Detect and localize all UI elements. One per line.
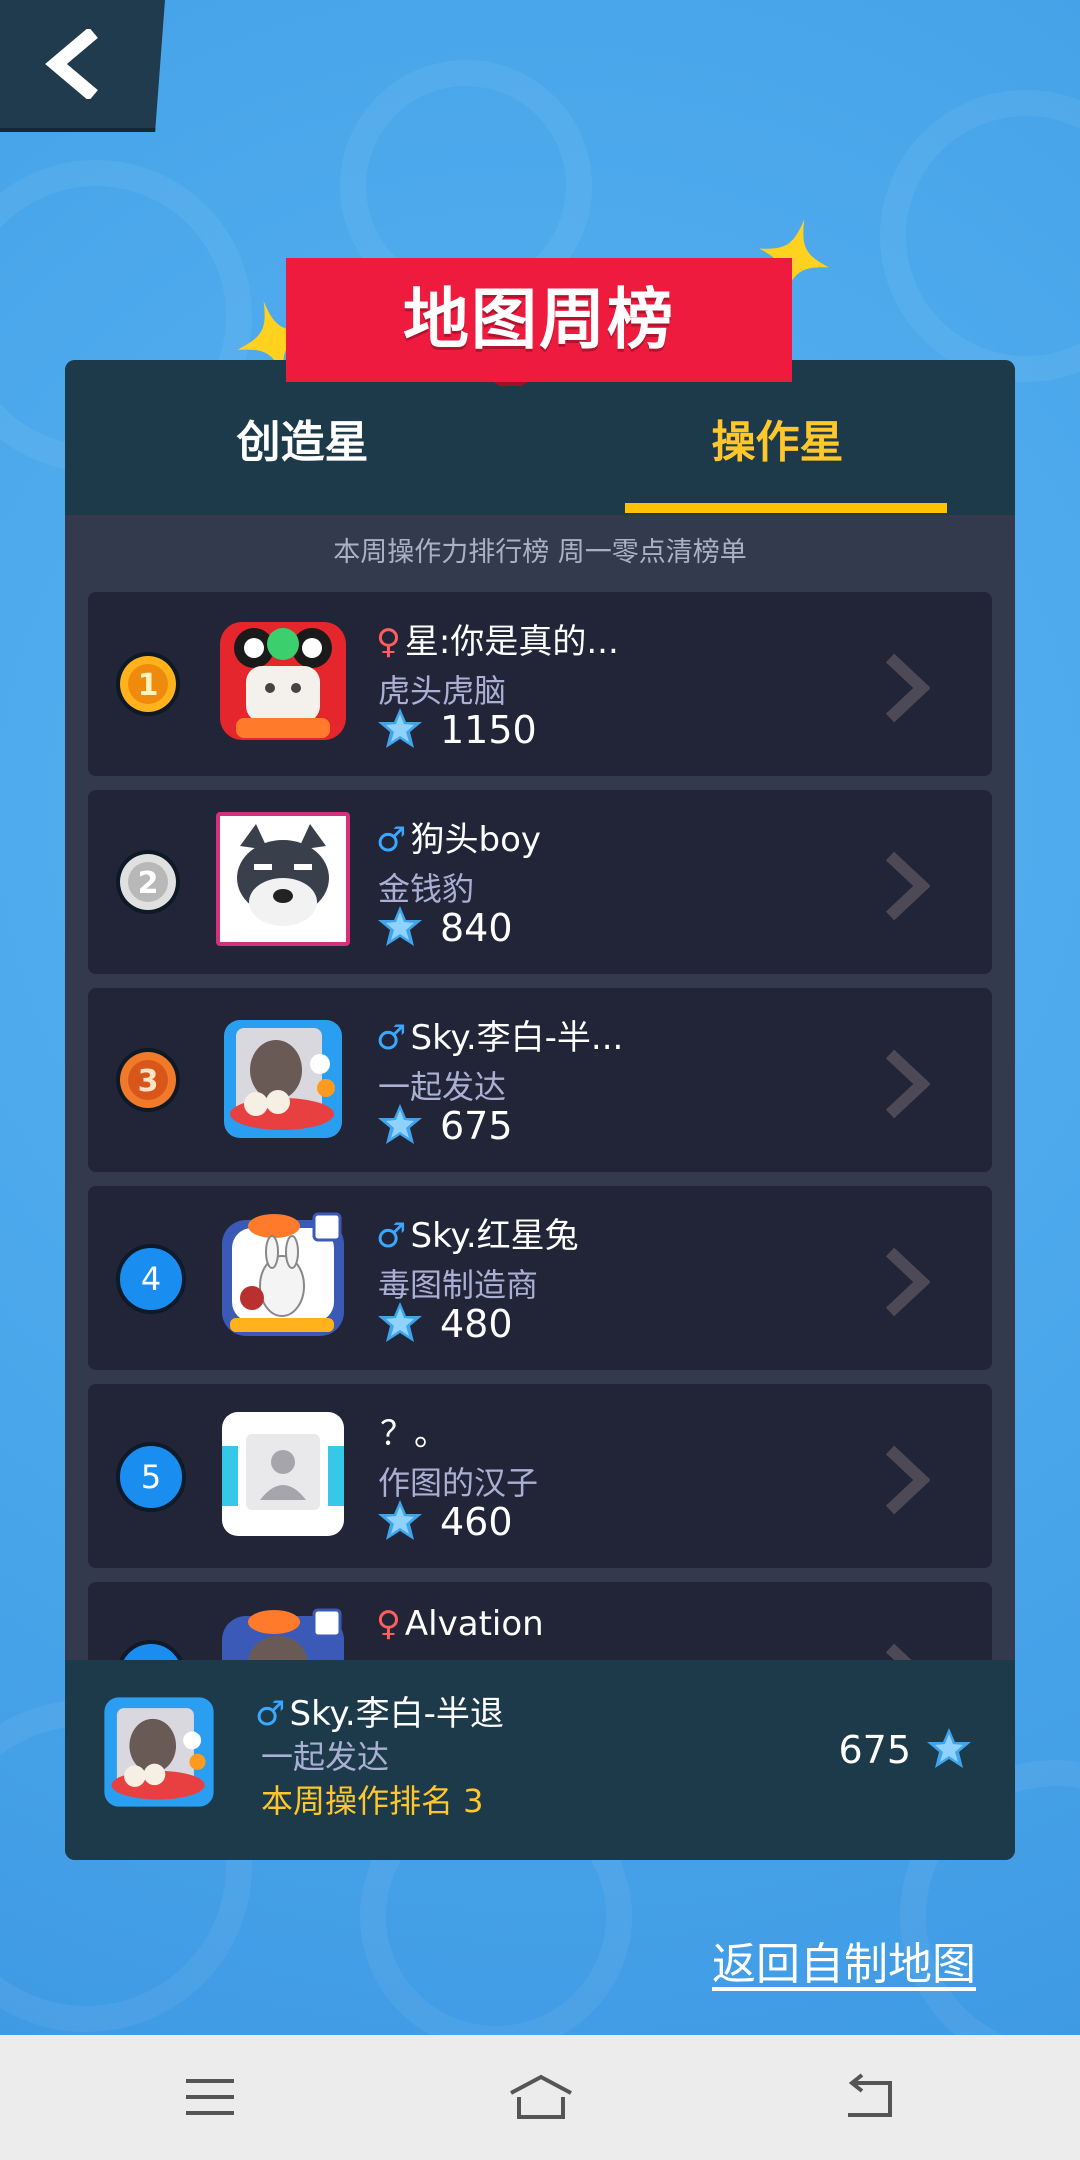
- blue-star-gem-icon: [378, 708, 422, 748]
- male-icon: ♂: [376, 1216, 407, 1256]
- leaderboard-panel: 创造星 操作星 本周操作力排行榜 周一零点清榜单 1 ♀ 星:你是真的... 虎…: [65, 360, 1015, 1860]
- ranking-row-1[interactable]: 1 ♀ 星:你是真的... 虎头虎脑 1150: [88, 592, 992, 776]
- blue-star-gem-icon: [378, 906, 422, 946]
- player-name: ♂ 狗头boy: [376, 820, 541, 860]
- leaderboard-subtitle: 本周操作力排行榜 周一零点清榜单: [333, 537, 747, 568]
- player-name: ♀ Alvation: [376, 1604, 544, 1644]
- avatar[interactable]: [216, 1208, 350, 1342]
- chevron-right-icon[interactable]: [882, 1048, 930, 1120]
- svg-text:2: 2: [138, 866, 159, 901]
- rank-number-badge: 4: [116, 1244, 186, 1314]
- my-score: 675: [838, 1728, 971, 1772]
- chevron-right-icon[interactable]: [882, 1444, 930, 1516]
- back-icon[interactable]: [840, 2071, 900, 2123]
- silver-medal-icon: 2: [116, 850, 180, 914]
- bronze-medal-icon: 3: [116, 1048, 180, 1112]
- avatar[interactable]: [216, 1010, 350, 1144]
- active-tab-indicator: [625, 503, 947, 513]
- my-title: 一起发达: [261, 1738, 390, 1776]
- blue-star-gem-icon: [378, 1104, 422, 1144]
- avatar[interactable]: [216, 614, 350, 748]
- my-name: ♂ Sky.李白-半退: [255, 1694, 504, 1734]
- female-icon: ♀: [376, 622, 401, 662]
- player-score: 675: [378, 1102, 513, 1150]
- male-icon: ♂: [376, 1018, 407, 1058]
- chevron-right-icon[interactable]: [882, 1246, 930, 1318]
- return-to-custom-maps-link[interactable]: 返回自制地图: [712, 1928, 976, 1992]
- svg-text:1: 1: [138, 668, 159, 703]
- avatar[interactable]: [216, 1604, 350, 1660]
- male-icon: ♂: [255, 1694, 286, 1734]
- player-score: 1150: [378, 706, 537, 754]
- ranking-row-6[interactable]: 6 ♀Alvation: [88, 1582, 992, 1660]
- male-icon: ♂: [376, 820, 407, 860]
- blue-star-gem-icon: [378, 1500, 422, 1540]
- rank-number-badge: 5: [116, 1442, 186, 1512]
- page-title-banner: 地图周榜: [286, 258, 792, 390]
- ranking-row-4[interactable]: 4 ♂ Sky.红星兔 毒图制造商 480: [88, 1186, 992, 1370]
- player-name: ？。: [380, 1414, 448, 1454]
- my-weekly-rank: 本周操作排名 3: [261, 1782, 484, 1820]
- chevron-left-icon: [44, 29, 98, 99]
- chevron-right-icon[interactable]: [882, 850, 930, 922]
- blue-star-gem-icon: [378, 1302, 422, 1342]
- ranking-row-2[interactable]: 2 ♂ 狗头boy 金钱豹 840: [88, 790, 992, 974]
- blue-star-gem-icon: [927, 1728, 971, 1768]
- player-name: ♂ Sky.红星兔: [376, 1216, 579, 1256]
- ranking-list[interactable]: 1 ♀ 星:你是真的... 虎头虎脑 1150 2 ♂ 狗头boy 金钱豹 84…: [88, 592, 992, 1660]
- system-nav-bar: [0, 2035, 1080, 2160]
- svg-text:3: 3: [138, 1064, 159, 1099]
- chevron-right-icon[interactable]: [882, 652, 930, 724]
- player-score: 480: [378, 1300, 513, 1348]
- chevron-right-icon[interactable]: [882, 1642, 930, 1660]
- my-ranking-bar: ♂ Sky.李白-半退 一起发达 本周操作排名 3 675: [65, 1660, 1015, 1860]
- female-icon: ♀: [376, 1604, 401, 1644]
- player-score: 840: [378, 904, 513, 952]
- menu-icon[interactable]: [180, 2071, 240, 2123]
- my-avatar[interactable]: [99, 1692, 219, 1812]
- player-score: 460: [378, 1498, 513, 1546]
- ranking-row-5[interactable]: 5 ？。 作图的汉子 460: [88, 1384, 992, 1568]
- player-name: ♂ Sky.李白-半...: [376, 1018, 624, 1058]
- ranking-row-3[interactable]: 3 ♂ Sky.李白-半... 一起发达 675: [88, 988, 992, 1172]
- back-button[interactable]: [0, 0, 165, 132]
- player-name: ♀ 星:你是真的...: [376, 622, 619, 662]
- home-icon[interactable]: [505, 2071, 577, 2123]
- avatar[interactable]: [216, 1406, 350, 1540]
- page-title: 地图周榜: [403, 281, 675, 358]
- rank-number-badge: 6: [116, 1640, 186, 1660]
- gold-medal-icon: 1: [116, 652, 180, 716]
- avatar[interactable]: [216, 812, 350, 946]
